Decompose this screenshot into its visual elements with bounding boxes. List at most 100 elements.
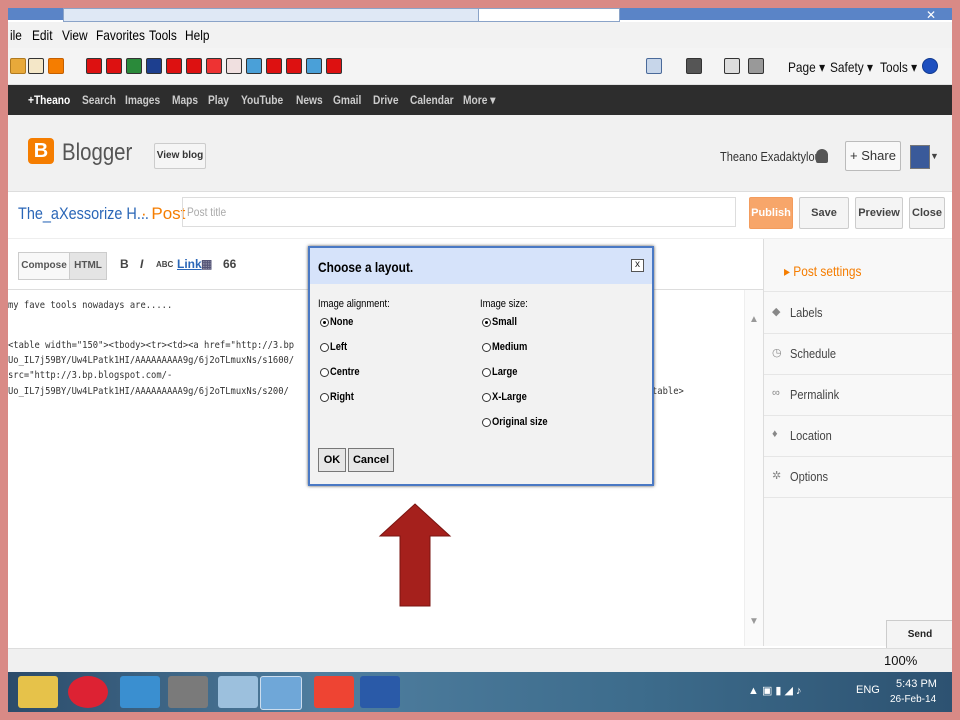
send-feedback-button[interactable]: Send feedback bbox=[886, 620, 952, 668]
gbar-play-link[interactable]: Play bbox=[208, 93, 229, 107]
site-favicon[interactable] bbox=[306, 58, 322, 74]
radio[interactable] bbox=[482, 342, 491, 352]
settings-item-location[interactable]: ♦ Location bbox=[764, 416, 952, 457]
app-icon[interactable] bbox=[120, 676, 160, 708]
publish-button[interactable]: Publish bbox=[749, 197, 793, 229]
italic-button[interactable]: I bbox=[140, 257, 143, 271]
youtube-favicon[interactable] bbox=[86, 58, 102, 74]
gbar-drive-link[interactable]: Drive bbox=[373, 93, 399, 107]
avatar[interactable] bbox=[910, 145, 930, 169]
gbar-youtube-link[interactable]: YouTube bbox=[241, 93, 283, 107]
user-name[interactable]: Theano Exadaktylou bbox=[720, 149, 821, 164]
view-blog-button[interactable]: View blog bbox=[154, 143, 206, 169]
menu-file[interactable]: ile bbox=[10, 27, 22, 43]
blogger-logo-icon[interactable]: B bbox=[28, 138, 54, 164]
rss-icon[interactable] bbox=[686, 58, 702, 74]
site-favicon[interactable] bbox=[126, 58, 142, 74]
window-controls[interactable]: _ ✕ bbox=[892, 8, 948, 22]
save-button[interactable]: Save bbox=[799, 197, 849, 229]
settings-item-labels[interactable]: ◆ Labels bbox=[764, 293, 952, 334]
browser-tab-active[interactable] bbox=[478, 8, 620, 22]
help-icon[interactable] bbox=[922, 58, 938, 74]
youtube-favicon[interactable] bbox=[326, 58, 342, 74]
app-icon[interactable] bbox=[314, 676, 354, 708]
zoom-level[interactable]: 100% bbox=[884, 653, 917, 668]
gbar-news-link[interactable]: News bbox=[296, 93, 323, 107]
radio-selected[interactable] bbox=[320, 317, 329, 327]
radio[interactable] bbox=[320, 367, 329, 377]
post-title-input[interactable]: Post title bbox=[182, 197, 736, 227]
image-icon[interactable]: ▦ bbox=[201, 257, 212, 271]
size-small-radio[interactable]: Small bbox=[482, 316, 521, 328]
radio[interactable] bbox=[482, 392, 491, 402]
site-favicon[interactable] bbox=[146, 58, 162, 74]
site-favicon[interactable] bbox=[226, 58, 242, 74]
app-icon[interactable] bbox=[68, 676, 108, 708]
youtube-favicon[interactable] bbox=[286, 58, 302, 74]
bold-button[interactable]: B bbox=[120, 257, 129, 271]
youtube-favicon[interactable] bbox=[186, 58, 202, 74]
radio-selected[interactable] bbox=[482, 317, 491, 327]
youtube-favicon[interactable] bbox=[166, 58, 182, 74]
html-mode-button[interactable]: HTML bbox=[69, 252, 107, 280]
gbar-profile-link[interactable]: +Theano bbox=[28, 93, 70, 107]
print-icon[interactable] bbox=[748, 58, 764, 74]
chevron-down-icon[interactable]: ▼ bbox=[930, 151, 939, 161]
mail-icon[interactable] bbox=[724, 58, 740, 74]
compose-mode-button[interactable]: Compose bbox=[18, 252, 70, 280]
close-icon[interactable]: x bbox=[631, 259, 644, 272]
notification-bell-icon[interactable] bbox=[816, 149, 828, 163]
quote-icon[interactable]: 66 bbox=[223, 257, 236, 271]
radio[interactable] bbox=[482, 367, 491, 377]
gbar-gmail-link[interactable]: Gmail bbox=[333, 93, 361, 107]
gbar-images-link[interactable]: Images bbox=[125, 93, 160, 107]
blog-title-link[interactable]: The_aXessorize H... bbox=[18, 204, 149, 224]
link-button[interactable]: Link bbox=[177, 257, 202, 271]
site-favicon[interactable] bbox=[246, 58, 262, 74]
ok-button[interactable]: OK bbox=[318, 448, 346, 472]
align-none-radio[interactable]: None bbox=[320, 316, 358, 328]
internet-explorer-icon[interactable] bbox=[260, 676, 302, 710]
align-centre-radio[interactable]: Centre bbox=[320, 366, 365, 378]
gbar-search-link[interactable]: Search bbox=[82, 93, 116, 107]
tools-menu[interactable]: Tools ▾ bbox=[880, 59, 917, 76]
radio[interactable] bbox=[482, 417, 491, 427]
size-original-radio[interactable]: Original size bbox=[482, 416, 557, 428]
language-indicator[interactable]: ENG bbox=[856, 684, 880, 696]
gbar-maps-link[interactable]: Maps bbox=[172, 93, 198, 107]
calculator-icon[interactable] bbox=[218, 676, 258, 708]
share-button[interactable]: + Share bbox=[845, 141, 901, 171]
strikethrough-button[interactable]: ABC bbox=[156, 260, 173, 269]
site-favicon[interactable] bbox=[206, 58, 222, 74]
file-explorer-icon[interactable] bbox=[18, 676, 58, 708]
preview-button[interactable]: Preview bbox=[855, 197, 903, 229]
bookmark-icon[interactable] bbox=[28, 58, 44, 74]
menu-tools[interactable]: Tools bbox=[149, 27, 177, 43]
scroll-up-icon[interactable]: ▲ bbox=[749, 314, 759, 325]
menu-favorites[interactable]: Favorites bbox=[96, 27, 145, 43]
size-medium-radio[interactable]: Medium bbox=[482, 341, 534, 353]
blogger-favicon[interactable] bbox=[48, 58, 64, 74]
youtube-favicon[interactable] bbox=[106, 58, 122, 74]
settings-item-schedule[interactable]: ◷ Schedule bbox=[764, 334, 952, 375]
gbar-more-link[interactable]: More ▾ bbox=[463, 93, 495, 107]
youtube-favicon[interactable] bbox=[266, 58, 282, 74]
align-left-radio[interactable]: Left bbox=[320, 341, 350, 353]
menu-edit[interactable]: Edit bbox=[32, 27, 53, 43]
size-large-radio[interactable]: Large bbox=[482, 366, 522, 378]
clock-date[interactable]: 26-Feb-14 bbox=[890, 694, 936, 705]
home-icon[interactable] bbox=[646, 58, 662, 74]
editor-scrollbar[interactable]: ▲ ▼ bbox=[744, 290, 763, 646]
word-icon[interactable] bbox=[360, 676, 400, 708]
scroll-down-icon[interactable]: ▼ bbox=[749, 616, 759, 627]
gbar-calendar-link[interactable]: Calendar bbox=[410, 93, 454, 107]
blogger-brand[interactable]: Blogger bbox=[62, 139, 132, 167]
menu-help[interactable]: Help bbox=[185, 27, 209, 43]
radio[interactable] bbox=[320, 342, 329, 352]
close-button[interactable]: Close bbox=[909, 197, 945, 229]
radio[interactable] bbox=[320, 392, 329, 402]
page-menu[interactable]: Page ▾ bbox=[788, 59, 825, 76]
browser-tab[interactable] bbox=[63, 8, 485, 22]
clock-time[interactable]: 5:43 PM bbox=[896, 678, 937, 690]
app-icon[interactable] bbox=[168, 676, 208, 708]
